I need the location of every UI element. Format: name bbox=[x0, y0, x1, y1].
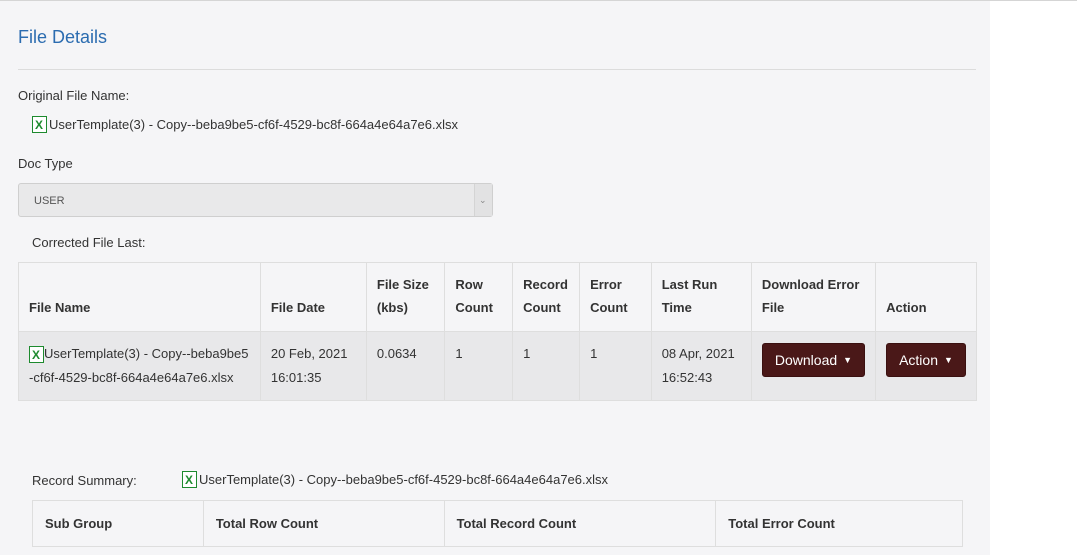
original-file-label: Original File Name: bbox=[18, 88, 130, 103]
caret-down-icon: ▼ bbox=[944, 355, 953, 365]
column-header: Record Count bbox=[512, 262, 581, 332]
summary-file-name-text: UserTemplate(3) - Copy--beba9be5-cf6f-45… bbox=[199, 472, 609, 487]
download-button[interactable]: Download ▼ bbox=[761, 343, 866, 377]
excel-file-icon: X bbox=[182, 471, 197, 488]
column-header: Last Run Time bbox=[650, 262, 752, 332]
corrected-file-table: File Name File Date File Size(kbs) Row C… bbox=[18, 262, 977, 401]
file-name-text: UserTemplate(3) - Copy--beba9be5-cf6f-45… bbox=[29, 346, 249, 385]
file-details-panel: File Details Original File Name: X UserT… bbox=[0, 1, 990, 555]
corrected-file-label: Corrected File Last: bbox=[32, 235, 146, 250]
svg-text:X: X bbox=[32, 348, 40, 362]
doc-type-value: USER bbox=[34, 195, 65, 207]
doc-type-label: Doc Type bbox=[18, 156, 73, 171]
file-size-cell: 0.0634 bbox=[365, 331, 446, 401]
caret-down-icon: ▼ bbox=[843, 355, 853, 365]
row-count-cell: 1 bbox=[444, 331, 514, 401]
column-header: Row Count bbox=[444, 262, 514, 332]
chevron-down-icon: ⌄ bbox=[479, 195, 487, 205]
doc-type-dropdown-toggle[interactable]: ⌄ bbox=[474, 184, 492, 216]
file-name-cell[interactable]: X UserTemplate(3) - Copy--beba9be5-cf6f-… bbox=[18, 331, 261, 401]
table-header-row: File Name File Date File Size(kbs) Row C… bbox=[18, 262, 977, 332]
action-button-label: Action bbox=[899, 352, 938, 368]
column-header: Total Row Count bbox=[202, 500, 445, 547]
column-header: Action bbox=[875, 262, 977, 332]
column-header: File Date bbox=[259, 262, 367, 332]
download-cell: Download ▼ bbox=[750, 331, 877, 401]
column-header: Download Error File bbox=[750, 262, 877, 332]
column-header: Sub Group bbox=[32, 500, 204, 547]
download-button-label: Download bbox=[774, 352, 838, 368]
column-header: Error Count bbox=[579, 262, 652, 332]
record-summary-label: Record Summary: bbox=[32, 473, 137, 488]
action-button[interactable]: Action ▼ bbox=[886, 343, 966, 377]
column-header: File Name bbox=[18, 262, 261, 332]
svg-text:X: X bbox=[35, 118, 43, 132]
last-run-time-cell: 08 Apr, 2021 16:52:43 bbox=[650, 331, 752, 401]
summary-file-name[interactable]: X UserTemplate(3) - Copy--beba9be5-cf6f-… bbox=[182, 471, 608, 488]
file-date-cell: 20 Feb, 2021 16:01:35 bbox=[259, 331, 367, 401]
doc-type-select[interactable]: USER ⌄ bbox=[18, 183, 493, 217]
excel-file-icon: X bbox=[32, 116, 47, 133]
table-row: X UserTemplate(3) - Copy--beba9be5-cf6f-… bbox=[18, 331, 977, 401]
excel-file-icon: X bbox=[29, 346, 44, 364]
column-header: Total Error Count bbox=[715, 500, 963, 547]
record-summary-table: Sub Group Total Row Count Total Record C… bbox=[32, 500, 963, 547]
column-header: Total Record Count bbox=[443, 500, 717, 547]
page-title: File Details bbox=[18, 27, 108, 47]
title-divider bbox=[18, 69, 976, 70]
summary-header-row: Sub Group Total Row Count Total Record C… bbox=[32, 500, 963, 547]
action-cell: Action ▼ bbox=[875, 331, 977, 401]
svg-text:X: X bbox=[185, 473, 193, 487]
original-file-name[interactable]: X UserTemplate(3) - Copy--beba9be5-cf6f-… bbox=[32, 116, 458, 133]
record-count-cell: 1 bbox=[512, 331, 581, 401]
original-file-name-text: UserTemplate(3) - Copy--beba9be5-cf6f-45… bbox=[49, 117, 459, 132]
column-header: File Size(kbs) bbox=[365, 262, 446, 332]
error-count-cell: 1 bbox=[579, 331, 652, 401]
